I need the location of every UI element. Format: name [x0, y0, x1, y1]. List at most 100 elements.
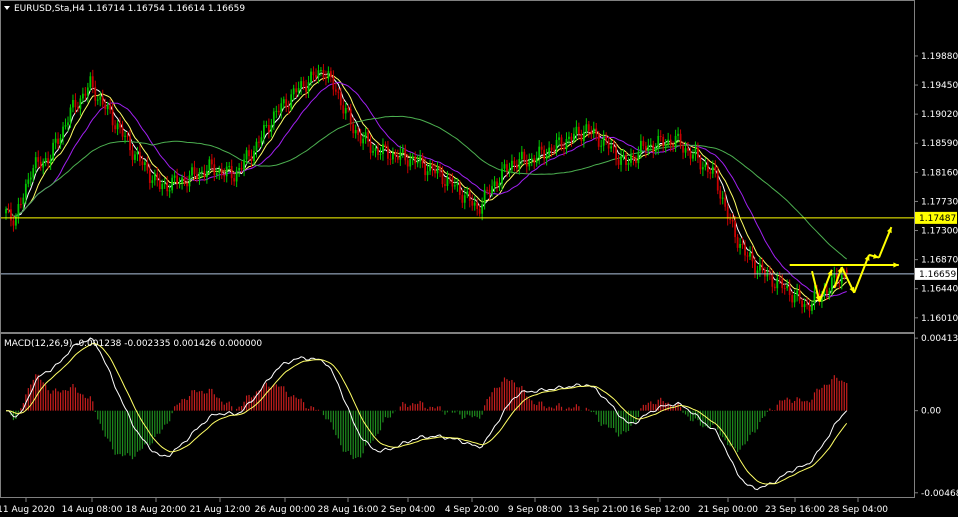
candle	[749, 246, 751, 261]
candle	[389, 151, 392, 165]
candle	[325, 70, 327, 86]
candle	[131, 143, 134, 167]
candle	[620, 149, 622, 172]
candle	[679, 129, 682, 149]
candle	[372, 144, 374, 156]
candle	[329, 67, 332, 83]
candle	[7, 203, 10, 214]
candle	[74, 93, 77, 114]
candle	[255, 138, 258, 158]
candle	[602, 130, 605, 152]
trading-chart[interactable]: EURUSD,Sta,H4 1.16714 1.16754 1.16614 1.…	[0, 0, 958, 517]
candle	[419, 150, 422, 169]
time-tick-label: 18 Aug 20:00	[126, 505, 187, 515]
candles	[5, 64, 848, 318]
annotation-arrow[interactable]	[811, 270, 821, 302]
candle	[230, 159, 233, 185]
price-tick-label: 1.16870	[921, 256, 958, 266]
candle	[201, 166, 203, 178]
candle	[545, 148, 548, 166]
candle	[62, 121, 64, 145]
candle	[458, 180, 461, 200]
candle	[139, 145, 141, 166]
candle	[49, 154, 52, 171]
candle	[354, 124, 357, 139]
candle	[706, 159, 709, 179]
candle	[196, 167, 198, 183]
candle	[384, 141, 387, 150]
candle	[565, 132, 568, 155]
annotation-arrows[interactable]	[789, 226, 899, 302]
candle	[736, 234, 739, 252]
candle	[238, 163, 241, 177]
candle	[763, 266, 766, 284]
candle	[401, 144, 404, 158]
time-tick-label: 2 Sep 04:00	[381, 505, 436, 515]
candle	[344, 101, 347, 120]
candle	[342, 98, 345, 119]
candle	[453, 178, 456, 190]
candle	[176, 168, 179, 190]
candle	[27, 172, 30, 188]
level-price-label: 1.17487	[919, 214, 956, 224]
macd-tick-label: -0.004681	[921, 489, 958, 499]
candle	[86, 82, 89, 103]
candle	[312, 66, 315, 82]
time-tick-label: 21 Aug 12:00	[190, 505, 251, 515]
candle	[305, 79, 307, 99]
annotation-arrow[interactable]	[840, 266, 856, 294]
candle	[146, 156, 149, 174]
candle	[803, 298, 806, 313]
symbol-info: EURUSD,Sta,H4 1.16714 1.16754 1.16614 1.…	[14, 4, 245, 14]
candle	[272, 107, 275, 131]
candle	[47, 151, 50, 169]
candle	[625, 151, 627, 171]
candle	[692, 149, 694, 162]
candle	[642, 136, 645, 150]
candle	[756, 265, 759, 280]
annotation-arrow[interactable]	[868, 253, 880, 259]
candle	[134, 150, 136, 164]
candle	[337, 87, 340, 100]
candle	[396, 149, 399, 164]
time-tick-label: 28 Aug 16:00	[318, 505, 379, 515]
candle	[523, 148, 526, 165]
annotation-level-arrow[interactable]	[789, 262, 899, 268]
candle	[421, 152, 424, 168]
candle	[382, 138, 384, 161]
candle	[228, 161, 231, 171]
time-tick-label: 11 Aug 2020	[0, 505, 55, 515]
candle	[52, 138, 55, 163]
candle	[515, 159, 518, 173]
candle	[632, 149, 635, 166]
candle	[808, 299, 811, 318]
candle	[530, 153, 533, 167]
candle	[617, 154, 620, 170]
candle	[811, 300, 813, 315]
time-tick-label: 13 Sep 21:00	[568, 505, 628, 515]
menu-triangle-icon[interactable]	[4, 6, 10, 10]
candle	[347, 104, 350, 113]
price-tick-label: 1.18590	[921, 139, 958, 149]
candle	[265, 120, 268, 128]
candle	[258, 135, 260, 148]
candle	[250, 149, 253, 168]
candle	[79, 95, 82, 116]
candle	[243, 153, 245, 177]
price-tick-label: 1.19880	[921, 52, 958, 62]
candle	[163, 178, 166, 189]
candle	[667, 132, 670, 148]
candle	[627, 157, 630, 171]
candle	[44, 152, 47, 167]
time-tick-label: 16 Sep 12:00	[630, 505, 690, 515]
candle	[205, 164, 208, 184]
candle	[729, 213, 732, 224]
candle	[72, 94, 74, 113]
annotation-arrow[interactable]	[878, 226, 893, 258]
candle	[235, 166, 238, 188]
candle	[253, 145, 255, 164]
candle	[518, 152, 521, 175]
candle	[54, 132, 57, 150]
candle	[662, 134, 665, 152]
candle	[721, 191, 724, 205]
